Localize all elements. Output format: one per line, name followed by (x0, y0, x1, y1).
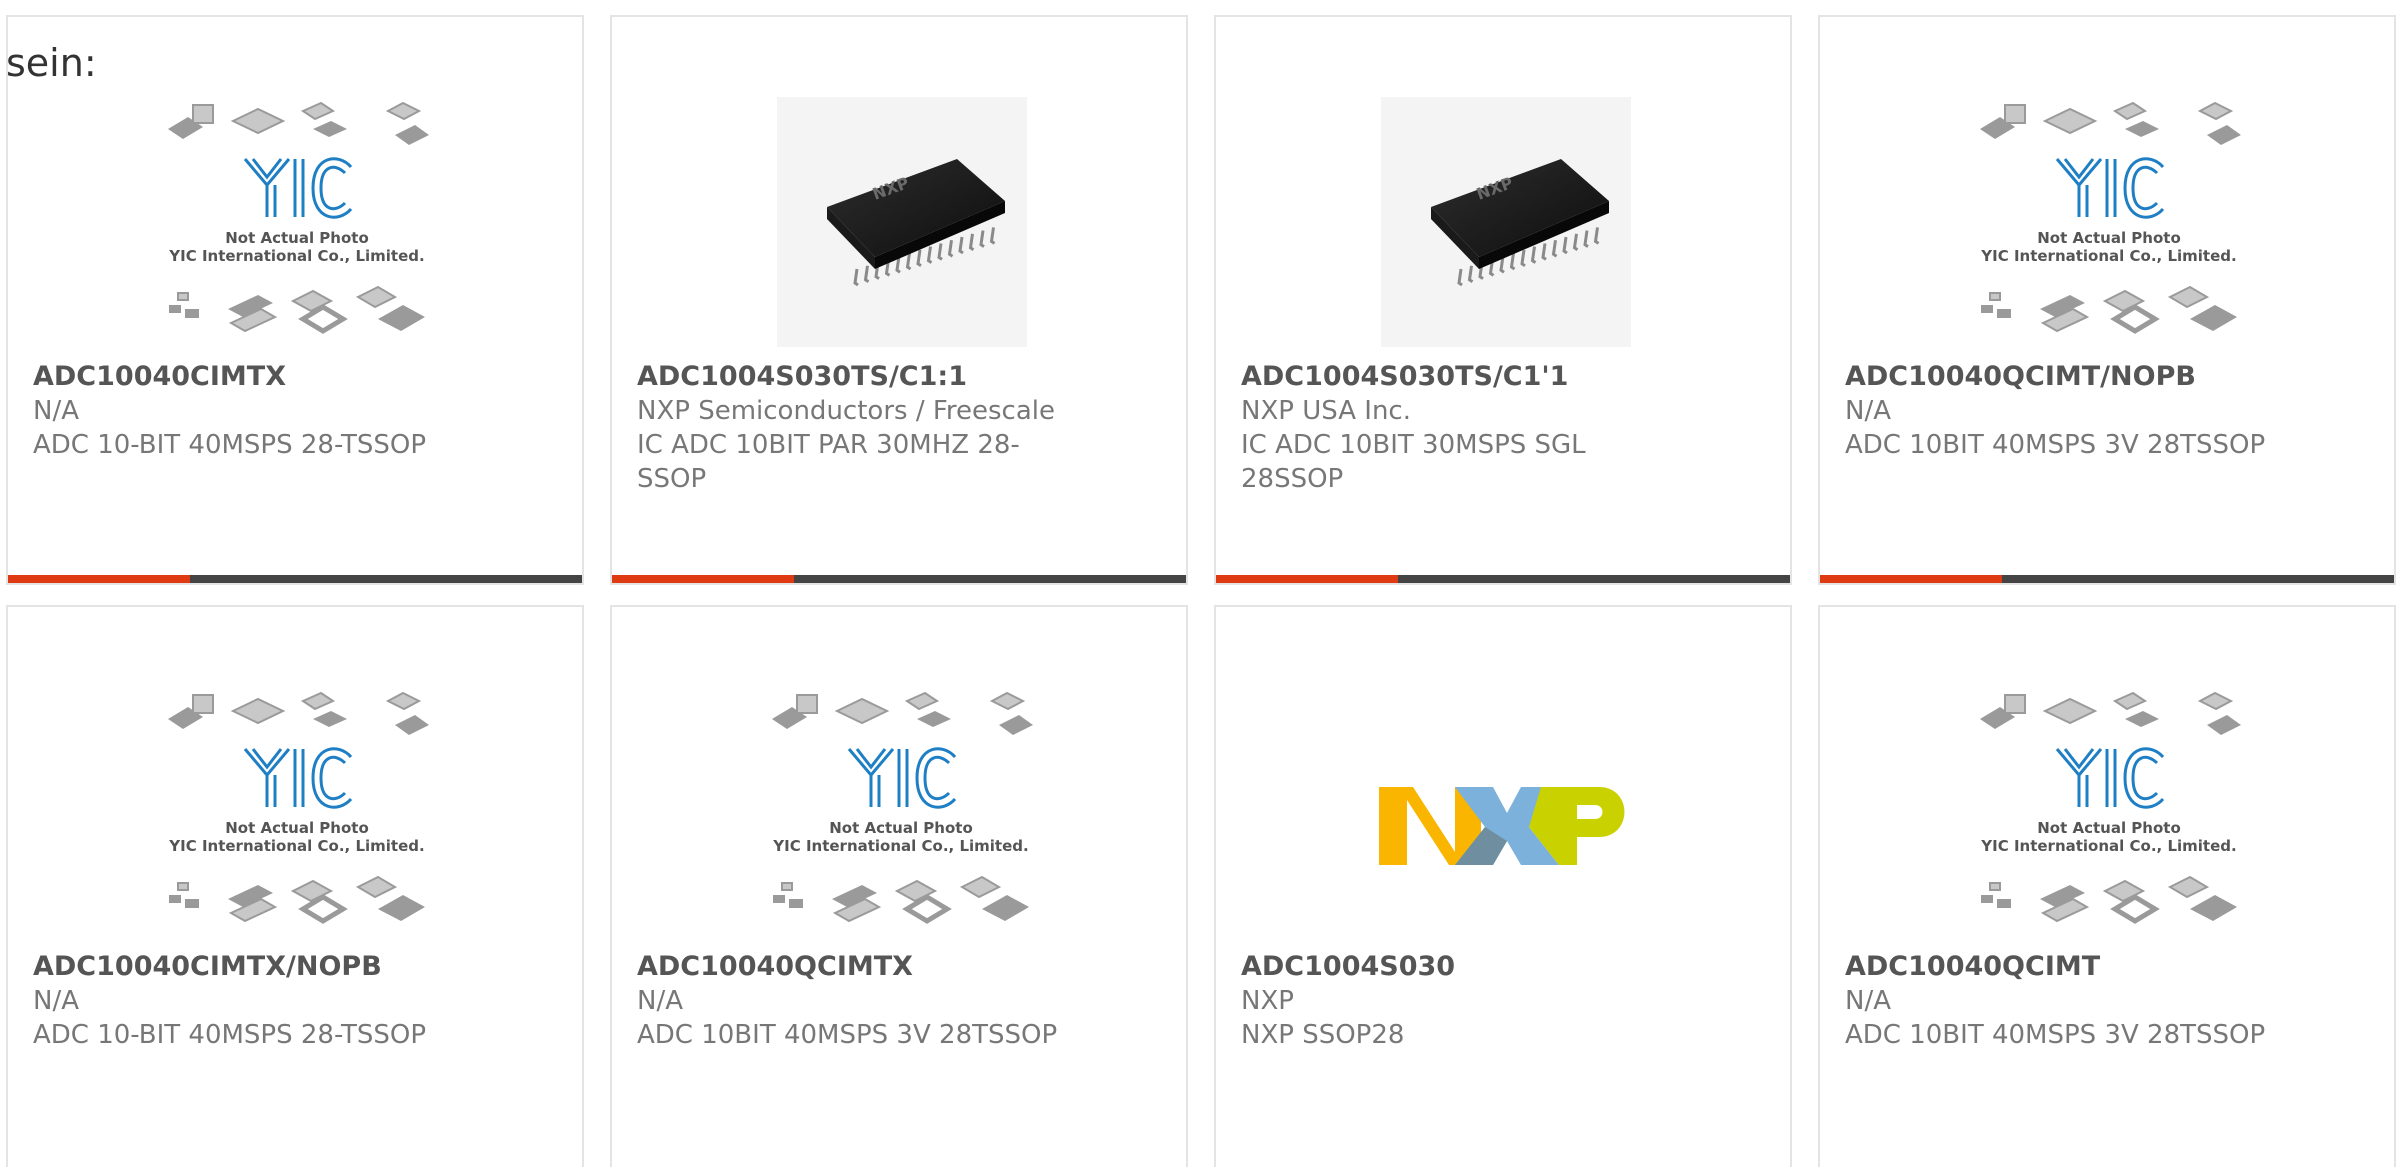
svg-text:YIC International Co., Limited: YIC International Co., Limited. (168, 837, 424, 855)
manufacturer-text: N/A (1845, 396, 1891, 426)
product-image[interactable]: NXP (612, 87, 1186, 367)
card-accent-bar (8, 575, 190, 583)
manufacturer-text: N/A (33, 986, 79, 1016)
yic-placeholder-image: Not Actual Photo YIC International Co., … (1975, 687, 2243, 943)
product-image[interactable]: NXP (1216, 87, 1790, 367)
description-text: ADC 10BIT 40MSPS 3V 28TSSOP (1845, 430, 2266, 460)
product-grid-page: sein: Not Actual Photo YIC International… (0, 0, 2400, 1167)
part-number-link[interactable]: ADC10040QCIMT (1845, 950, 2305, 984)
svg-text:YIC International Co., Limited: YIC International Co., Limited. (168, 247, 424, 265)
product-card[interactable]: Not Actual Photo YIC International Co., … (6, 605, 584, 1167)
card-accent-bar (612, 575, 794, 583)
description-text: ADC 10BIT 40MSPS 3V 28TSSOP (1845, 1020, 2266, 1050)
product-card[interactable]: NXP ADC1004S030TS/C1:1 NXP Semiconductor… (610, 15, 1188, 585)
svg-text:Not Actual Photo: Not Actual Photo (2037, 819, 2181, 837)
svg-text:Not Actual Photo: Not Actual Photo (225, 819, 369, 837)
product-card[interactable]: Not Actual Photo YIC International Co., … (6, 15, 584, 585)
description-text: ADC 10-BIT 40MSPS 28-TSSOP (33, 430, 426, 460)
description-text: NXP SSOP28 (1241, 1020, 1405, 1050)
product-card[interactable]: Not Actual Photo YIC International Co., … (1818, 15, 2396, 585)
yic-placeholder-image: Not Actual Photo YIC International Co., … (163, 97, 431, 353)
product-image[interactable]: Not Actual Photo YIC International Co., … (1820, 87, 2394, 367)
svg-text:YIC International Co., Limited: YIC International Co., Limited. (1980, 837, 2236, 855)
part-number-link[interactable]: ADC1004S030 (1241, 950, 1701, 984)
manufacturer-text: NXP Semiconductors / Freescale (637, 396, 1056, 426)
part-number-link[interactable]: ADC1004S030TS/C1'1 (1241, 360, 1701, 394)
card-accent-bar (1820, 575, 2002, 583)
product-image[interactable]: Not Actual Photo YIC International Co., … (1820, 677, 2394, 957)
product-image[interactable] (1216, 677, 1790, 957)
yic-placeholder-image: Not Actual Photo YIC International Co., … (1975, 97, 2243, 353)
yic-placeholder-image: Not Actual Photo YIC International Co., … (767, 687, 1035, 943)
part-number-link[interactable]: ADC10040CIMTX/NOPB (33, 950, 493, 984)
part-number-link[interactable]: ADC1004S030TS/C1:1 (637, 360, 1097, 394)
description-text: ADC 10BIT 40MSPS 3V 28TSSOP (637, 1020, 1058, 1050)
product-card[interactable]: ADC1004S030 NXP NXP SSOP28 (1214, 605, 1792, 1167)
description-text: IC ADC 10BIT PAR 30MHZ 28-SSOP (637, 430, 1020, 494)
product-image[interactable]: Not Actual Photo YIC International Co., … (8, 677, 582, 957)
manufacturer-text: NXP (1241, 986, 1294, 1016)
description-text: IC ADC 10BIT 30MSPS SGL 28SSOP (1241, 430, 1586, 494)
product-card[interactable]: NXP ADC1004S030TS/C1'1 NXP USA Inc. IC A… (1214, 15, 1792, 585)
card-bottom-bar (1216, 575, 1790, 583)
svg-text:YIC International Co., Limited: YIC International Co., Limited. (1980, 247, 2236, 265)
description-text: ADC 10-BIT 40MSPS 28-TSSOP (33, 1020, 426, 1050)
ssop-chip-image: NXP (767, 97, 1035, 353)
intro-text: sein: (6, 41, 97, 85)
product-card[interactable]: Not Actual Photo YIC International Co., … (610, 605, 1188, 1167)
manufacturer-text: N/A (33, 396, 79, 426)
card-bottom-bar (8, 575, 582, 583)
ssop-chip-image: NXP (1371, 97, 1639, 353)
manufacturer-text: NXP USA Inc. (1241, 396, 1411, 426)
svg-text:Not Actual Photo: Not Actual Photo (225, 229, 369, 247)
nxp-logo-image (1371, 687, 1639, 943)
svg-text:Not Actual Photo: Not Actual Photo (829, 819, 973, 837)
product-card[interactable]: Not Actual Photo YIC International Co., … (1818, 605, 2396, 1167)
yic-placeholder-image: Not Actual Photo YIC International Co., … (163, 687, 431, 943)
card-bottom-bar (1820, 575, 2394, 583)
part-number-link[interactable]: ADC10040CIMTX (33, 360, 493, 394)
manufacturer-text: N/A (637, 986, 683, 1016)
card-accent-bar (1216, 575, 1398, 583)
product-image[interactable]: Not Actual Photo YIC International Co., … (8, 87, 582, 367)
svg-text:Not Actual Photo: Not Actual Photo (2037, 229, 2181, 247)
manufacturer-text: N/A (1845, 986, 1891, 1016)
product-image[interactable]: Not Actual Photo YIC International Co., … (612, 677, 1186, 957)
part-number-link[interactable]: ADC10040QCIMTX (637, 950, 1097, 984)
card-bottom-bar (612, 575, 1186, 583)
svg-text:YIC International Co., Limited: YIC International Co., Limited. (772, 837, 1028, 855)
part-number-link[interactable]: ADC10040QCIMT/NOPB (1845, 360, 2305, 394)
